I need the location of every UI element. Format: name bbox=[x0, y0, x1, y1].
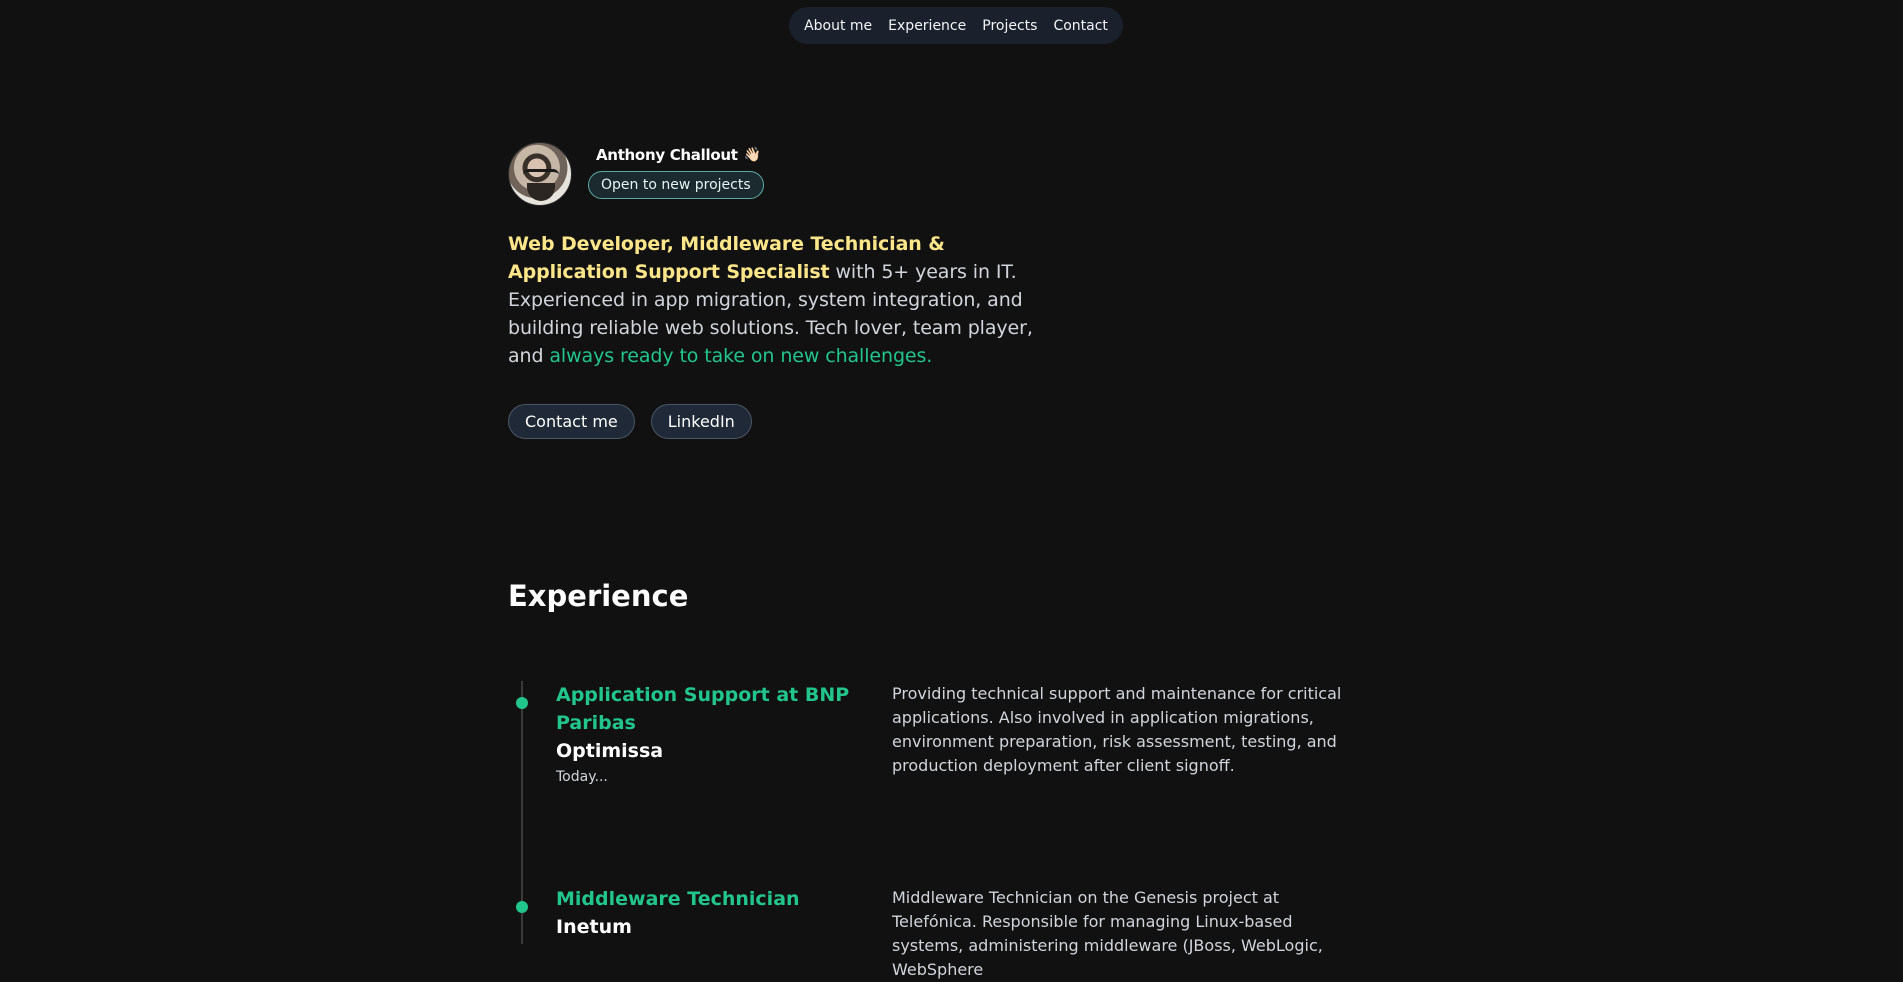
nav-projects[interactable]: Projects bbox=[982, 18, 1037, 34]
wave-icon: 👋🏻 bbox=[743, 146, 762, 163]
hero-actions: Contact me LinkedIn bbox=[508, 404, 1088, 439]
experience-title: Experience bbox=[508, 579, 689, 613]
nav-experience[interactable]: Experience bbox=[888, 18, 966, 34]
timeline-dot bbox=[516, 901, 528, 913]
linkedin-button[interactable]: LinkedIn bbox=[650, 404, 752, 439]
avatar bbox=[508, 142, 572, 206]
experience-company: Inetum bbox=[556, 916, 632, 938]
intro-text: Web Developer, Middleware Technician & A… bbox=[508, 230, 1068, 370]
experience-item-header: Middleware Technician Inetum bbox=[556, 885, 856, 941]
experience-role: Middleware Technician bbox=[556, 888, 800, 910]
profile-header: Anthony Challout 👋🏻 Open to new projects bbox=[508, 142, 1088, 206]
profile-name: Anthony Challout bbox=[596, 145, 738, 164]
intro-highlight-end: always ready to take on new challenges. bbox=[549, 345, 933, 367]
nav-contact[interactable]: Contact bbox=[1053, 18, 1107, 34]
hero-section: Anthony Challout 👋🏻 Open to new projects… bbox=[508, 142, 1088, 439]
top-nav: About me Experience Projects Contact bbox=[789, 7, 1123, 44]
experience-description: Providing technical support and maintena… bbox=[892, 684, 1342, 775]
experience-date: Today... bbox=[556, 769, 608, 785]
experience-item-header: Application Support at BNP Paribas Optim… bbox=[556, 681, 856, 785]
nav-about-me[interactable]: About me bbox=[804, 18, 872, 34]
contact-me-button[interactable]: Contact me bbox=[508, 404, 635, 439]
experience-company: Optimissa bbox=[556, 740, 664, 762]
experience-role: Application Support at BNP Paribas bbox=[556, 684, 850, 734]
experience-description: Middleware Technician on the Genesis pro… bbox=[892, 888, 1323, 979]
name-row: Anthony Challout 👋🏻 bbox=[596, 146, 764, 164]
status-badge: Open to new projects bbox=[588, 170, 764, 199]
profile-info: Anthony Challout 👋🏻 Open to new projects bbox=[588, 146, 764, 199]
timeline-dot bbox=[516, 697, 528, 709]
